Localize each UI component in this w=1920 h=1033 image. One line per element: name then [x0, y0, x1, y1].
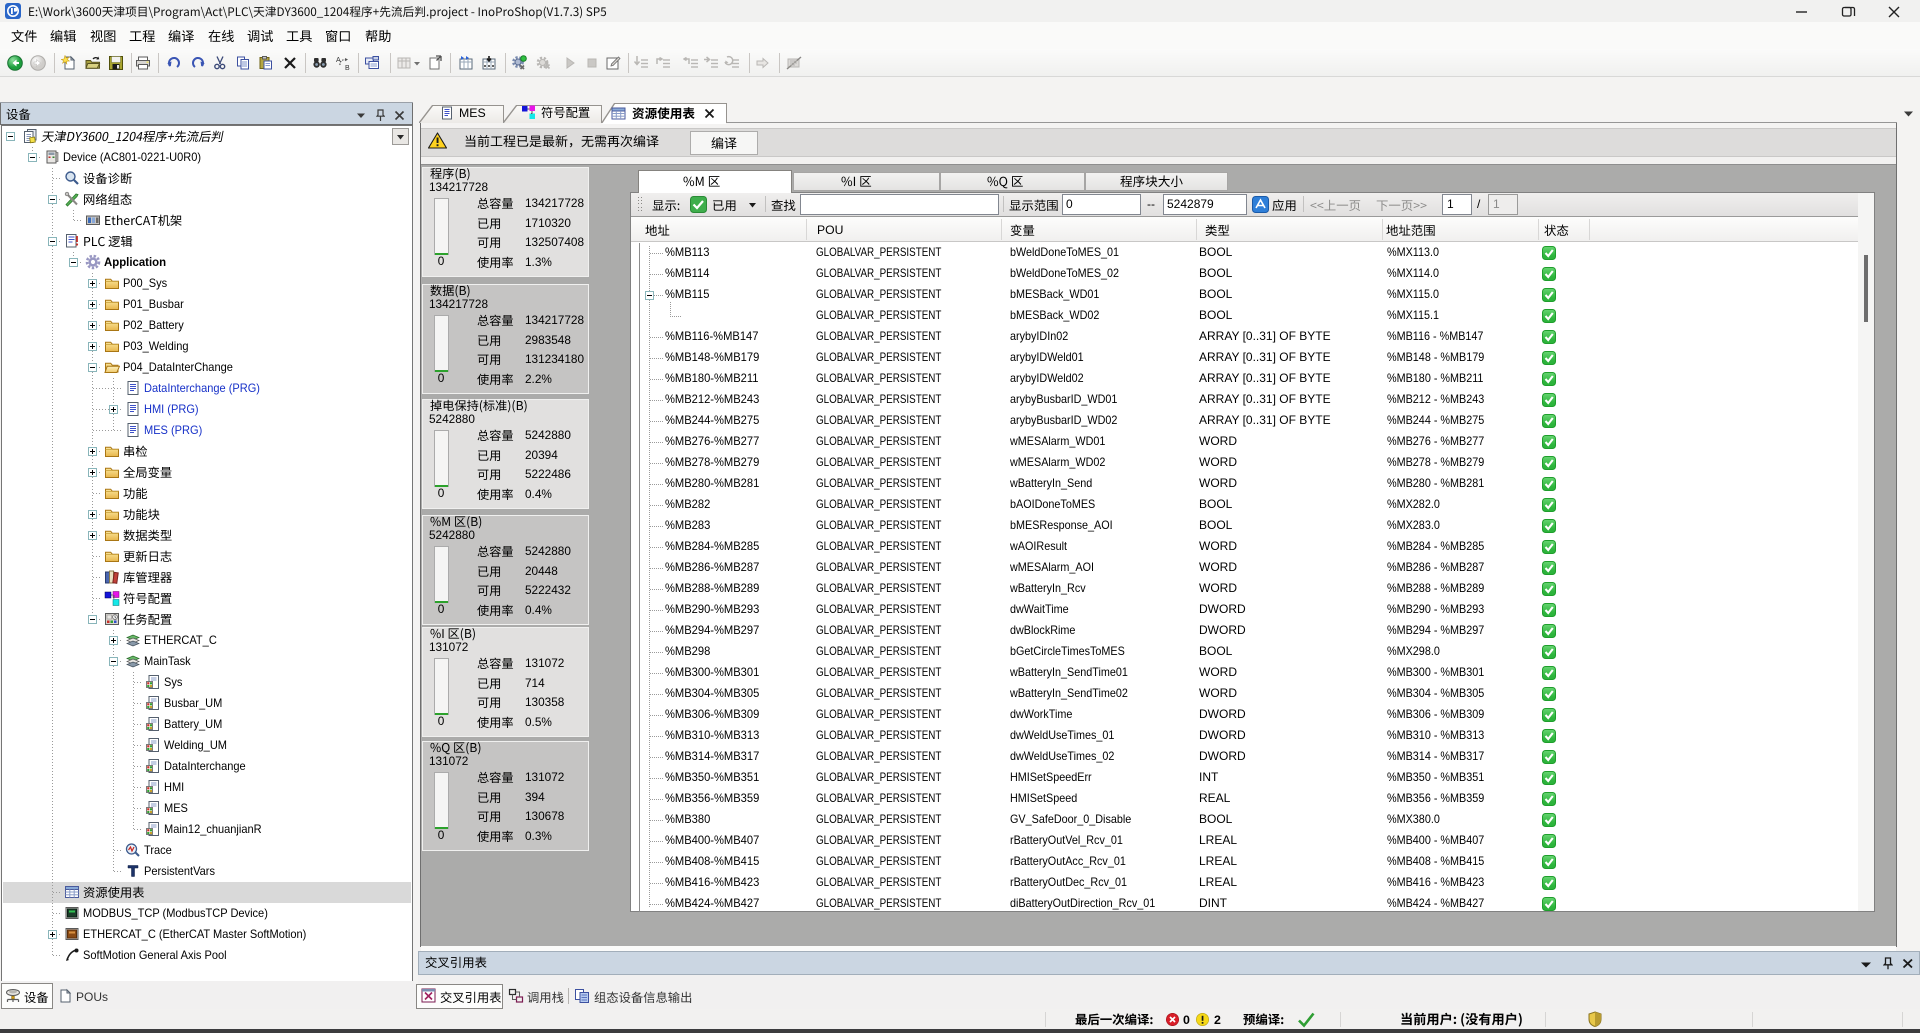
svg-text:B: B — [345, 65, 350, 71]
svg-text:A: A — [336, 57, 341, 64]
